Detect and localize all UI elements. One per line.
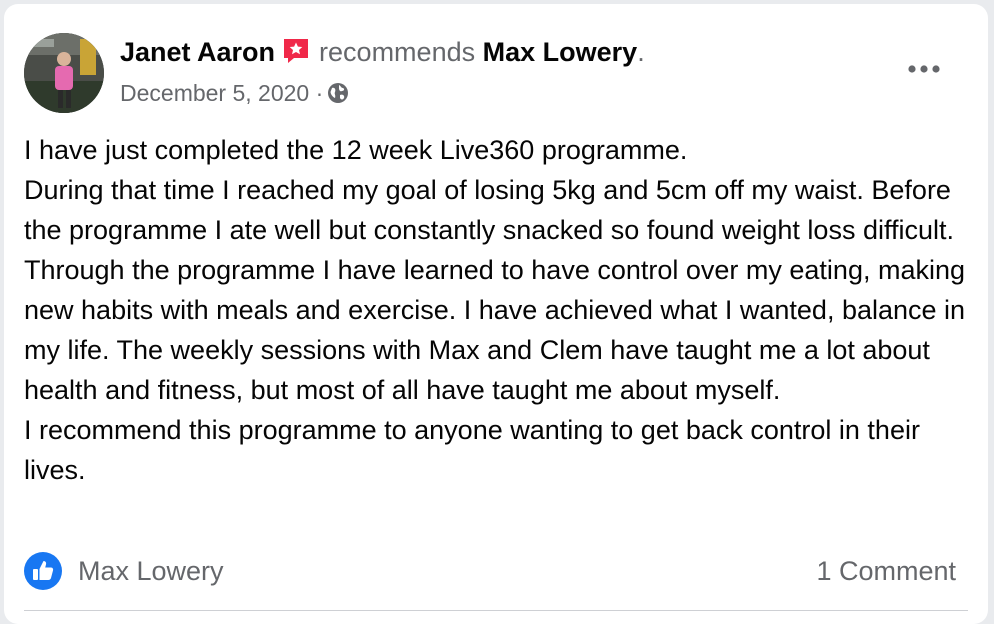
meta-separator: · <box>315 80 324 106</box>
post-date[interactable]: December 5, 2020 <box>120 80 309 106</box>
reacted-by-name: Max Lowery <box>78 555 224 586</box>
more-options-icon <box>906 61 942 79</box>
post-card: Janet Aaron recommends Max Lowery. Decemb… <box>4 4 988 624</box>
action-text: recommends <box>319 37 476 67</box>
post-body: I have just completed the 12 week Live36… <box>24 135 966 485</box>
like-reaction-icon <box>24 552 62 590</box>
globe-icon[interactable] <box>327 81 349 103</box>
reactions-summary[interactable]: Max Lowery <box>24 549 224 593</box>
more-options-button[interactable] <box>900 52 948 88</box>
author-name[interactable]: Janet Aaron <box>120 37 275 67</box>
post-meta: December 5, 2020 · <box>120 78 349 108</box>
recommended-page-link[interactable]: Max Lowery <box>483 37 638 67</box>
comments-count-link[interactable]: 1 Comment <box>816 549 956 593</box>
trailing-period: . <box>637 37 645 67</box>
recommendation-badge-icon <box>281 37 311 65</box>
avatar[interactable] <box>24 33 104 113</box>
post-header: Janet Aaron recommends Max Lowery. <box>120 34 645 70</box>
footer-divider <box>24 610 968 611</box>
